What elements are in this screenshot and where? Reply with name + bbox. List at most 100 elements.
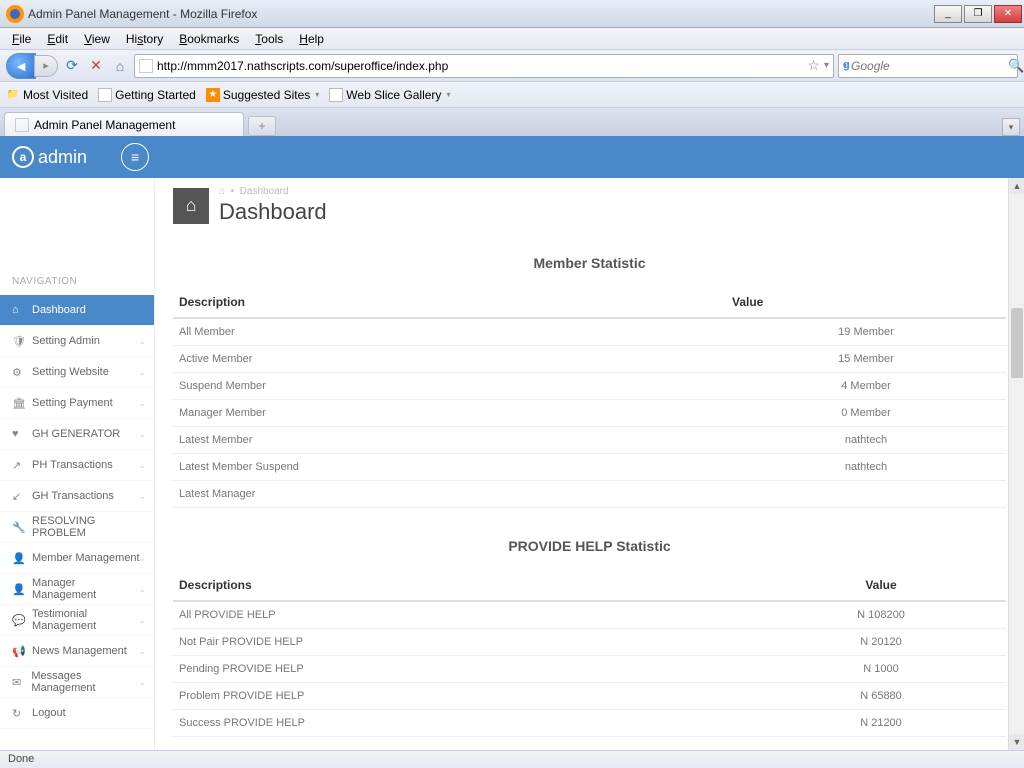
window-title: Admin Panel Management - Mozilla Firefox — [28, 7, 934, 21]
sidebar-item-gh-transactions[interactable]: ↙ GH Transactions ⌄ — [0, 481, 154, 512]
sidebar-item-label: Messages Management — [31, 670, 142, 694]
url-input[interactable] — [157, 59, 803, 73]
cell-desc: Suspend Member — [173, 373, 726, 400]
url-bar[interactable]: ☆ ▾ — [134, 54, 834, 78]
table-row: Not Pair PROVIDE HELPN 20120 — [173, 629, 1006, 656]
cell-value: N 108200 — [756, 601, 1006, 629]
chevron-down-icon: ⌄ — [138, 367, 146, 378]
bookmark-most-visited[interactable]: 📁Most Visited — [6, 88, 88, 102]
cell-desc: Problem PROVIDE HELP — [173, 683, 756, 710]
sidebar-item-label: Testimonial Management — [32, 608, 142, 632]
search-bar[interactable]: ▾ 🔍 — [838, 54, 1018, 78]
sidebar-item-news-management[interactable]: 📢News Management⌄ — [0, 636, 154, 667]
sidebar-icon: ↗ — [12, 459, 24, 472]
cell-value: N 21200 — [756, 710, 1006, 737]
cell-value: 0 Member — [726, 400, 1006, 427]
sidebar-item-setting-admin[interactable]: 🛡Setting Admin⌄ — [0, 326, 154, 357]
tab-bar: Admin Panel Management + ▾ — [0, 108, 1024, 136]
scrollbar-thumb[interactable] — [1011, 308, 1023, 378]
cell-desc: Latest Member — [173, 427, 726, 454]
table-row: All Member19 Member — [173, 318, 1006, 346]
sidebar-icon: 💬 — [12, 614, 24, 627]
sidebar-item-ph-transactions[interactable]: ↗PH Transactions⌄ — [0, 450, 154, 481]
sidebar-item-logout[interactable]: ↻Logout — [0, 698, 154, 729]
sidebar-item-manager-management[interactable]: 👤Manager Management⌄ — [0, 574, 154, 605]
sidebar-icon: 📢 — [12, 645, 24, 658]
menu-bar: File Edit View History Bookmarks Tools H… — [0, 28, 1024, 50]
chevron-down-icon: ⌄ — [138, 398, 146, 409]
sidebar-item-label: Member Management — [32, 552, 140, 564]
bookmark-star-icon[interactable]: ☆ — [807, 57, 820, 74]
sidebar-item-label: Setting Admin — [32, 335, 100, 347]
sidebar-icon: 🏛 — [12, 397, 24, 410]
menu-view[interactable]: View — [76, 30, 118, 48]
sidebar-item-gh-generator[interactable]: ♥GH GENERATOR⌄ — [0, 419, 154, 450]
vertical-scrollbar[interactable]: ▲ ▼ — [1008, 178, 1024, 750]
sidebar-item-resolving-problem[interactable]: 🔧RESOLVING PROBLEM — [0, 512, 154, 543]
menu-help[interactable]: Help — [291, 30, 332, 48]
sidebar-item-setting-payment[interactable]: 🏛Setting Payment⌄ — [0, 388, 154, 419]
status-bar: Done — [0, 750, 1024, 768]
member-stat-table: Description Value All Member19 MemberAct… — [173, 287, 1006, 508]
sidebar-item-testimonial-management[interactable]: 💬Testimonial Management⌄ — [0, 605, 154, 636]
forward-button[interactable]: ▸ — [34, 55, 58, 77]
bookmark-web-slice[interactable]: Web Slice Gallery▾ — [329, 88, 450, 102]
sidebar-item-member-management[interactable]: 👤Member Management⌄ — [0, 543, 154, 574]
chevron-down-icon: ⌄ — [138, 336, 146, 347]
tab-list-dropdown[interactable]: ▾ — [1002, 118, 1020, 136]
sidebar-icon: ♥ — [12, 428, 24, 440]
cell-desc: Latest Manager — [173, 481, 726, 508]
menu-toggle-button[interactable]: ≡ — [121, 143, 149, 171]
page-title: Dashboard — [219, 199, 327, 225]
page-icon — [98, 88, 112, 102]
sidebar-item-setting-website[interactable]: ⚙Setting Website⌄ — [0, 357, 154, 388]
sidebar-icon: 👤 — [12, 552, 24, 565]
sidebar-item-dashboard[interactable]: ⌂Dashboard — [0, 295, 154, 326]
tab-title: Admin Panel Management — [34, 118, 175, 132]
app-logo[interactable]: a admin — [12, 146, 87, 168]
menu-bookmarks[interactable]: Bookmarks — [171, 30, 247, 48]
sidebar-item-label: PH Transactions — [32, 459, 113, 471]
cell-desc: Not Pair PROVIDE HELP — [173, 629, 756, 656]
search-icon[interactable]: 🔍 — [1008, 58, 1024, 74]
sidebar-icon: ↙ — [12, 490, 24, 503]
stop-icon[interactable]: ✕ — [86, 56, 106, 76]
bookmarks-bar: 📁Most Visited Getting Started ★Suggested… — [0, 82, 1024, 108]
sidebar-item-label: Manager Management — [32, 577, 142, 601]
sidebar-item-label: RESOLVING PROBLEM — [32, 515, 142, 539]
chevron-down-icon: ⌄ — [138, 491, 146, 502]
close-button[interactable]: ✕ — [994, 5, 1022, 23]
menu-edit[interactable]: Edit — [39, 30, 76, 48]
search-input[interactable] — [851, 59, 1008, 73]
sidebar-item-messages-management[interactable]: ✉Messages Management⌄ — [0, 667, 154, 698]
tab-admin-panel[interactable]: Admin Panel Management — [4, 112, 244, 136]
scroll-up-arrow[interactable]: ▲ — [1009, 178, 1024, 194]
reload-icon[interactable]: ⟳ — [62, 56, 82, 76]
minimize-button[interactable]: _ — [934, 5, 962, 23]
scroll-down-arrow[interactable]: ▼ — [1009, 734, 1024, 750]
sidebar-item-label: GH Transactions — [32, 490, 114, 502]
bookmark-getting-started[interactable]: Getting Started — [98, 88, 196, 102]
menu-file[interactable]: File — [4, 30, 39, 48]
logo-text: admin — [38, 147, 87, 168]
cell-value: N 1000 — [756, 656, 1006, 683]
table-row: Problem PROVIDE HELPN 65880 — [173, 683, 1006, 710]
url-dropdown-icon[interactable]: ▾ — [824, 60, 829, 71]
bookmark-suggested-sites[interactable]: ★Suggested Sites▾ — [206, 88, 319, 102]
table-row: Latest Manager — [173, 481, 1006, 508]
main-content[interactable]: ⌂ ⌂ • Dashboard Dashboard Member Statist… — [155, 178, 1024, 750]
breadcrumb: ⌂ • Dashboard — [219, 186, 327, 197]
new-tab-button[interactable]: + — [248, 116, 276, 136]
sidebar-item-label: Setting Website — [32, 366, 109, 378]
menu-tools[interactable]: Tools — [247, 30, 291, 48]
back-button[interactable]: ◄ — [6, 53, 36, 79]
maximize-button[interactable]: ❐ — [964, 5, 992, 23]
sidebar: NAVIGATION ⌂Dashboard🛡Setting Admin⌄⚙Set… — [0, 178, 155, 750]
col-descriptions: Descriptions — [173, 570, 756, 601]
menu-history[interactable]: History — [118, 30, 171, 48]
cell-value: nathtech — [726, 427, 1006, 454]
firefox-icon — [6, 5, 24, 23]
table-row: Suspend Member4 Member — [173, 373, 1006, 400]
home-icon[interactable]: ⌂ — [110, 56, 130, 76]
cell-desc: Manager Member — [173, 400, 726, 427]
